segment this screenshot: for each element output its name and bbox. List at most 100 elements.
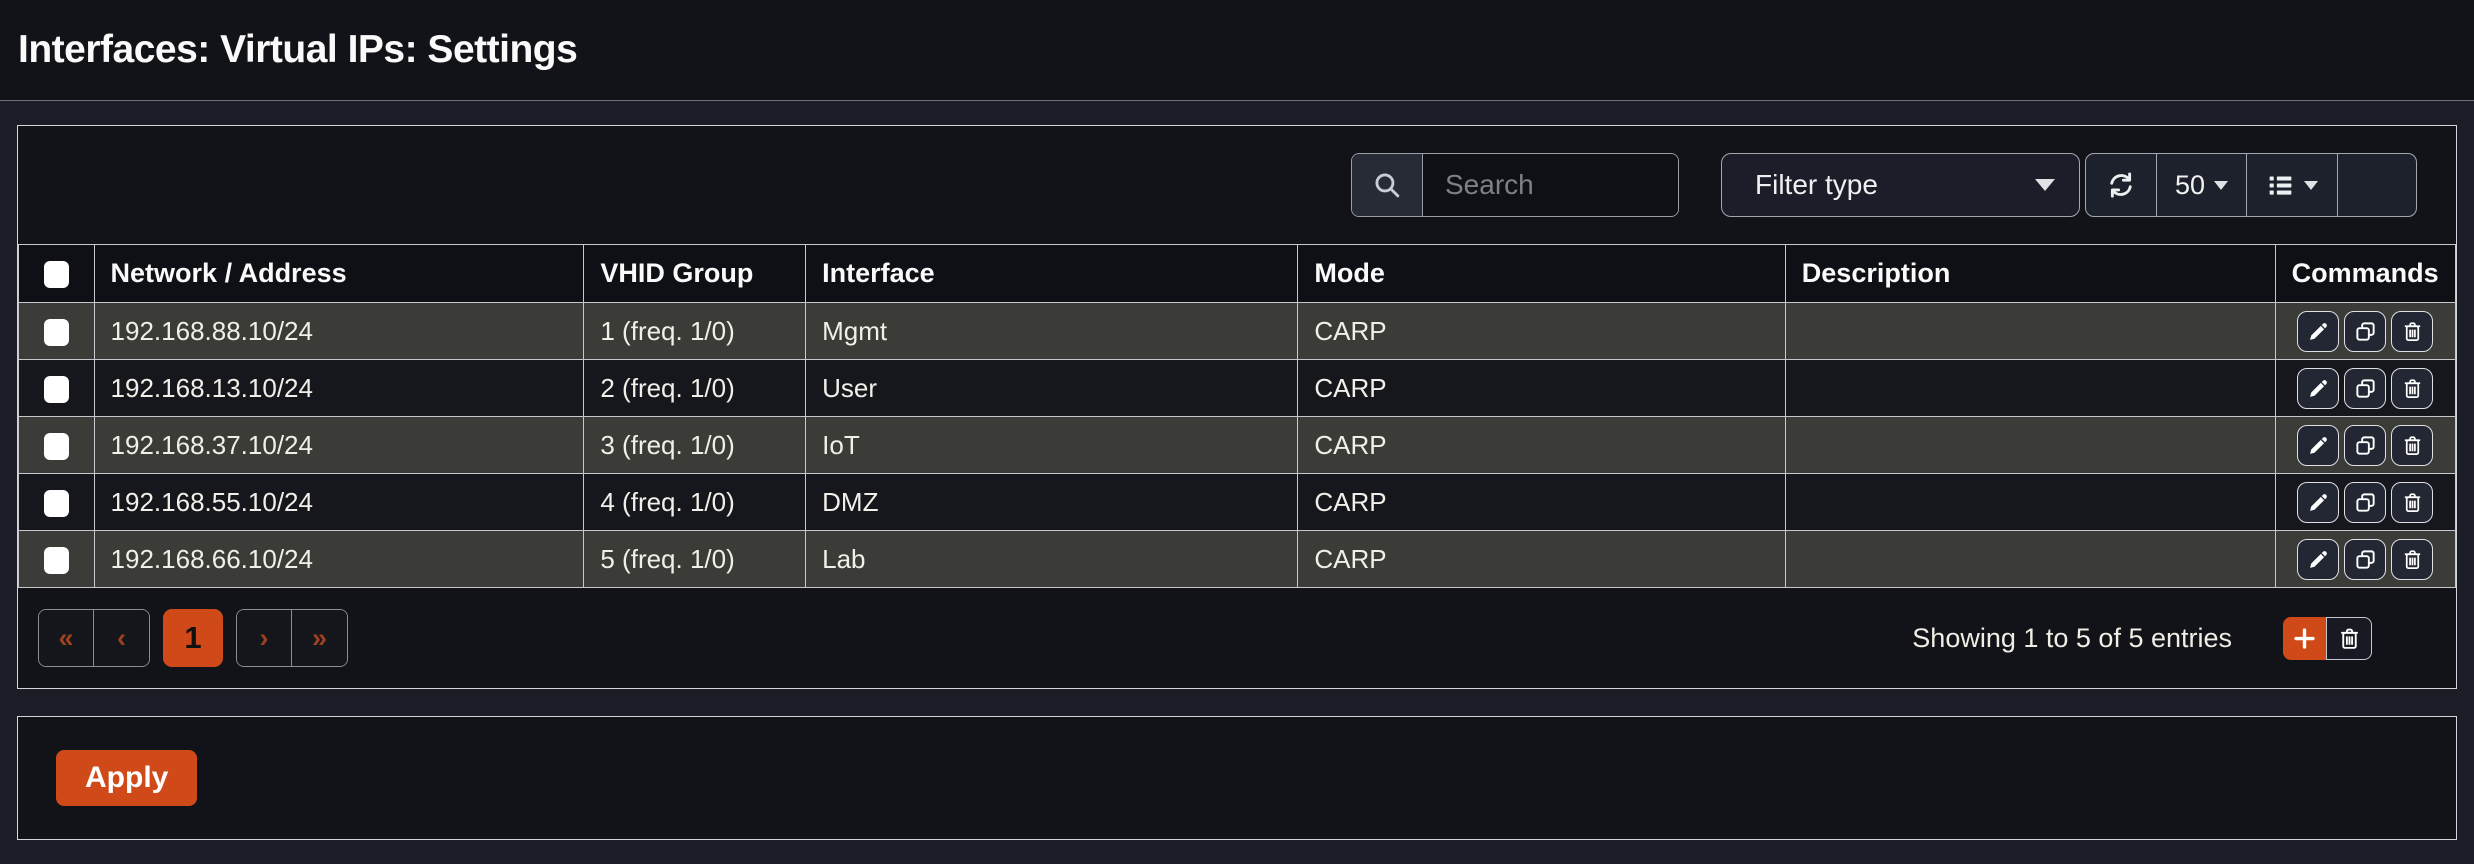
filter-type-select[interactable]: Filter type [1721,153,2080,217]
search-group [1351,153,1679,217]
row-checkbox[interactable] [44,433,69,460]
column-select-dropdown[interactable] [2247,154,2338,216]
edit-button[interactable] [2297,311,2339,352]
pagination-page-button[interactable]: 1 [163,609,223,667]
table-options-group: 50 [2085,153,2417,217]
cell-description [1785,360,2275,417]
clone-button[interactable] [2344,425,2386,466]
column-header-commands: Commands [2275,245,2455,303]
table-toolbar: Filter type 50 [18,126,2456,244]
cell-vhid: 5 (freq. 1/0) [584,531,806,588]
pagination-next-button[interactable]: › [237,610,292,666]
select-all-cell [19,245,95,303]
trash-icon [2401,434,2424,457]
table-row: 192.168.37.10/24 3 (freq. 1/0) IoT CARP [19,417,2456,474]
refresh-button[interactable] [2086,154,2157,216]
clone-button[interactable] [2344,482,2386,523]
cell-commands [2275,474,2455,531]
cell-interface: Mgmt [806,303,1298,360]
cell-mode: CARP [1298,360,1785,417]
delete-button[interactable] [2391,482,2433,523]
column-header-network[interactable]: Network / Address [94,245,584,303]
edit-button[interactable] [2297,368,2339,409]
filter-type-label: Filter type [1755,169,1878,201]
caret-down-icon [2035,179,2055,191]
trash-icon [2401,491,2424,514]
cell-description [1785,303,2275,360]
delete-button[interactable] [2391,539,2433,580]
cell-commands [2275,360,2455,417]
cell-interface: User [806,360,1298,417]
cell-commands [2275,417,2455,474]
footer-right: Showing 1 to 5 of 5 entries [1912,617,2372,660]
delete-selected-button[interactable] [2326,617,2372,660]
edit-button[interactable] [2297,539,2339,580]
page-size-value: 50 [2175,170,2205,201]
clone-icon [2354,434,2377,457]
refresh-icon [2106,170,2136,200]
caret-down-icon [2214,181,2228,190]
add-button[interactable] [2283,617,2326,660]
cell-vhid: 4 (freq. 1/0) [584,474,806,531]
column-header-description[interactable]: Description [1785,245,2275,303]
clone-button[interactable] [2344,311,2386,352]
table-row: 192.168.13.10/24 2 (freq. 1/0) User CARP [19,360,2456,417]
virtual-ips-table: Network / Address VHID Group Interface M… [18,244,2456,588]
row-checkbox[interactable] [44,319,69,346]
trash-icon [2337,626,2362,651]
column-header-vhid[interactable]: VHID Group [584,245,806,303]
toolbar-spacer [2338,154,2416,216]
pagination: « ‹ 1 › » [38,609,348,667]
clone-button[interactable] [2344,368,2386,409]
clone-button[interactable] [2344,539,2386,580]
delete-button[interactable] [2391,311,2433,352]
cell-vhid: 2 (freq. 1/0) [584,360,806,417]
table-header-row: Network / Address VHID Group Interface M… [19,245,2456,303]
cell-select [19,360,95,417]
cell-mode: CARP [1298,303,1785,360]
virtual-ips-panel: Filter type 50 [17,125,2457,689]
pencil-icon [2307,491,2330,514]
cell-mode: CARP [1298,417,1785,474]
select-all-checkbox[interactable] [44,261,69,288]
pagination-last-button[interactable]: » [292,610,347,666]
list-icon [2266,171,2295,200]
pencil-icon [2307,377,2330,400]
cell-commands [2275,531,2455,588]
apply-panel: Apply [17,716,2457,840]
page-size-dropdown[interactable]: 50 [2157,154,2247,216]
cell-network: 192.168.37.10/24 [94,417,584,474]
table-row: 192.168.55.10/24 4 (freq. 1/0) DMZ CARP [19,474,2456,531]
pagination-prev-button[interactable]: ‹ [94,610,149,666]
cell-network: 192.168.55.10/24 [94,474,584,531]
delete-button[interactable] [2391,425,2433,466]
cell-select [19,303,95,360]
page-header: Interfaces: Virtual IPs: Settings [0,0,2474,101]
cell-vhid: 3 (freq. 1/0) [584,417,806,474]
delete-button[interactable] [2391,368,2433,409]
column-header-interface[interactable]: Interface [806,245,1298,303]
edit-button[interactable] [2297,482,2339,523]
apply-button[interactable]: Apply [56,750,197,806]
row-checkbox[interactable] [44,547,69,574]
search-button[interactable] [1352,154,1423,216]
cell-vhid: 1 (freq. 1/0) [584,303,806,360]
pencil-icon [2307,434,2330,457]
cell-network: 192.168.13.10/24 [94,360,584,417]
trash-icon [2401,377,2424,400]
pencil-icon [2307,320,2330,343]
table-footer: « ‹ 1 › » Showing 1 to 5 of 5 entries [18,588,2456,688]
column-header-mode[interactable]: Mode [1298,245,1785,303]
edit-button[interactable] [2297,425,2339,466]
row-checkbox[interactable] [44,490,69,517]
cell-description [1785,474,2275,531]
page-title: Interfaces: Virtual IPs: Settings [18,28,577,72]
row-checkbox[interactable] [44,376,69,403]
search-input[interactable] [1423,154,1678,216]
pencil-icon [2307,548,2330,571]
table-row: 192.168.88.10/24 1 (freq. 1/0) Mgmt CARP [19,303,2456,360]
pagination-first-button[interactable]: « [39,610,94,666]
cell-network: 192.168.88.10/24 [94,303,584,360]
cell-network: 192.168.66.10/24 [94,531,584,588]
cell-mode: CARP [1298,531,1785,588]
